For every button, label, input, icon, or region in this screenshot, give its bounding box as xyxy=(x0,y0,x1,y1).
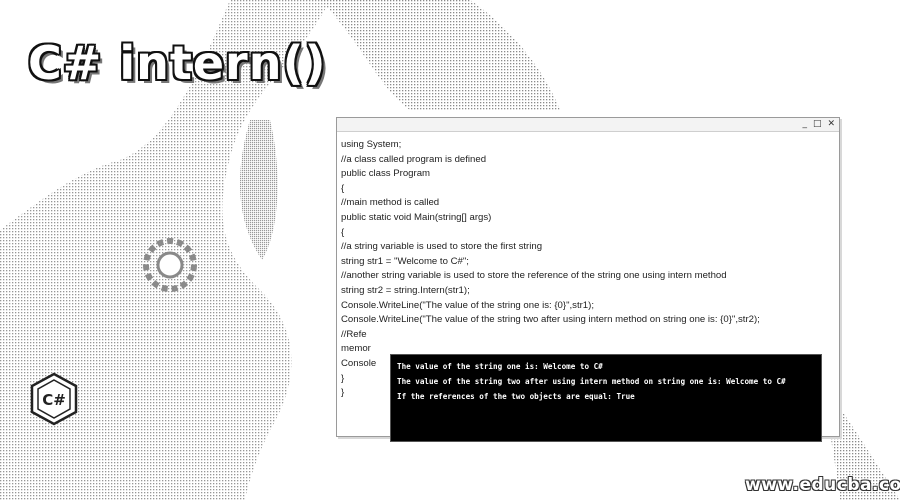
code-line: Console.WriteLine("The value of the stri… xyxy=(341,314,760,326)
close-button[interactable]: ✕ xyxy=(827,118,835,131)
console-line: The value of the string one is: Welcome … xyxy=(397,362,603,371)
console-line: If the references of the two objects are… xyxy=(397,392,635,401)
code-line: //Refe xyxy=(341,328,367,340)
csharp-logo-icon: C# xyxy=(30,372,78,426)
watermark: www.educba.com xyxy=(745,475,900,495)
console-line: The value of the string two after using … xyxy=(397,377,786,386)
code-line: //a string variable is used to store the… xyxy=(341,241,543,253)
code-line: //a class called program is defined xyxy=(341,153,487,165)
minimize-button[interactable]: _ xyxy=(802,118,807,131)
page-title: C# intern() xyxy=(28,36,327,90)
console-output-window: The value of the string one is: Welcome … xyxy=(390,354,822,442)
editor-titlebar: _ □ ✕ xyxy=(337,118,839,132)
code-line: { xyxy=(341,226,345,238)
code-line: public static void Main(string[] args) xyxy=(341,211,492,223)
code-line: string str1 = "Welcome to C#"; xyxy=(341,255,469,267)
code-line: Console.WriteLine("The value of the stri… xyxy=(341,299,595,311)
maximize-button[interactable]: □ xyxy=(813,118,822,131)
logo-text: C# xyxy=(42,391,66,409)
code-line: //main method is called xyxy=(341,197,440,209)
hair-shape xyxy=(320,0,560,110)
code-line: string str2 = string.Intern(str1); xyxy=(341,284,470,296)
code-line: { xyxy=(341,182,345,194)
code-line: public class Program xyxy=(341,168,431,180)
code-line: //another string variable is used to sto… xyxy=(341,270,727,282)
cheek-shadow-shape xyxy=(239,120,278,260)
code-line: using System; xyxy=(341,139,402,150)
